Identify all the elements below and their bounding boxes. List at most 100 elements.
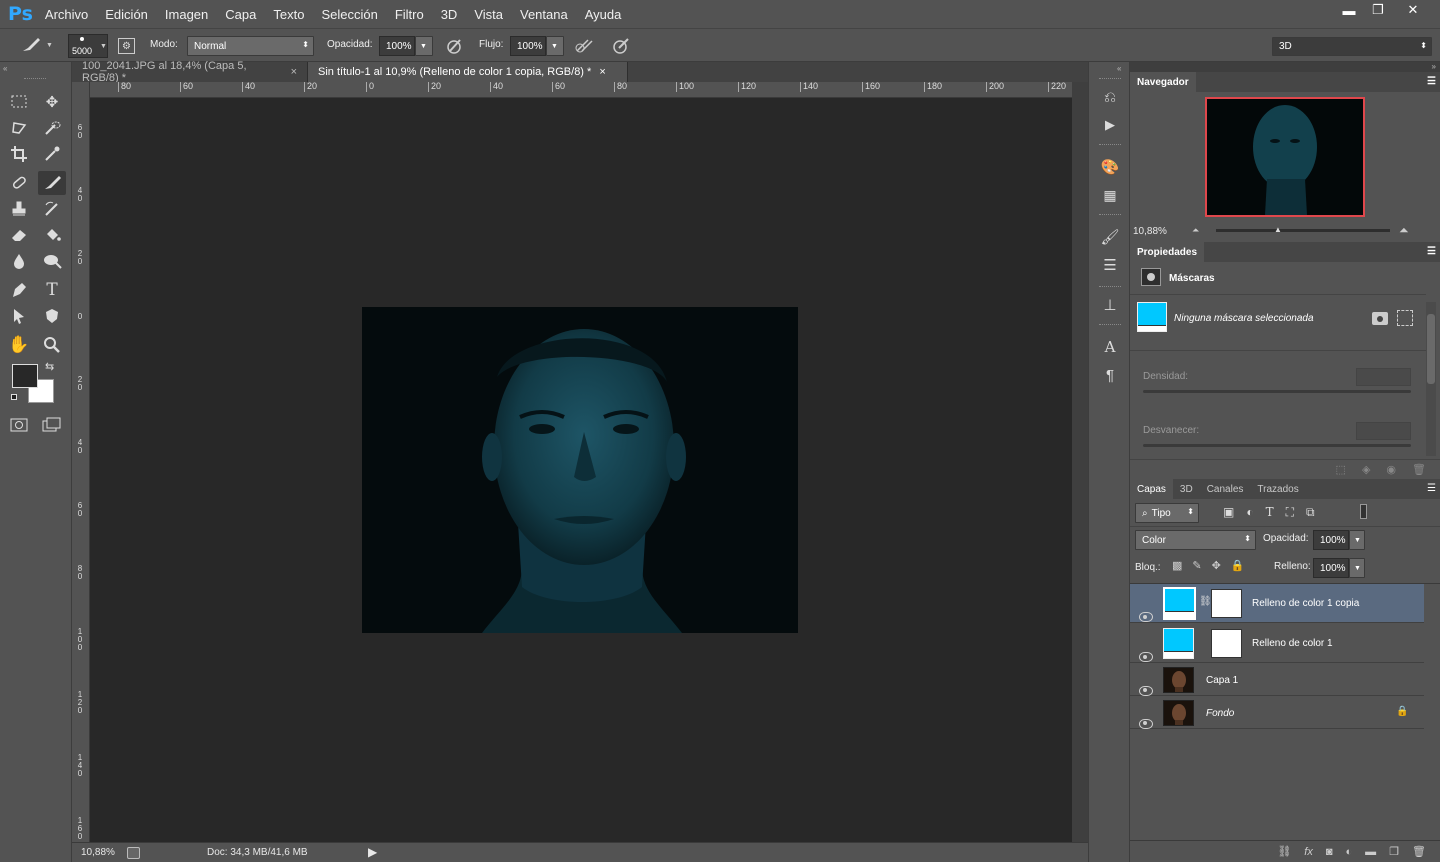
- chain-link-icon[interactable]: ⛓: [1199, 596, 1212, 607]
- eraser-tool-icon[interactable]: [7, 223, 31, 247]
- delete-layer-icon[interactable]: 🗑: [1412, 845, 1426, 858]
- dock-grip[interactable]: [1099, 144, 1121, 145]
- apply-mask-icon[interactable]: ◈: [1362, 463, 1370, 476]
- pressure-size-icon[interactable]: [611, 36, 631, 56]
- minimize-button[interactable]: ▬: [1333, 0, 1365, 20]
- lock-image-icon[interactable]: ✎: [1192, 559, 1201, 572]
- panel-menu-icon[interactable]: ☰: [1427, 483, 1436, 494]
- filter-shape-icon[interactable]: ⛶: [1286, 505, 1294, 520]
- pen-tool-icon[interactable]: [7, 278, 31, 302]
- quick-mask-icon[interactable]: [7, 413, 31, 437]
- dock-grip[interactable]: [1099, 324, 1121, 325]
- brush-panel-icon[interactable]: ⚙: [118, 38, 135, 54]
- lock-transparent-icon[interactable]: ▩: [1172, 559, 1182, 572]
- grid-panel-icon[interactable]: ▦: [1089, 182, 1131, 208]
- menu-archivo[interactable]: Archivo: [45, 7, 88, 22]
- brush-size-picker[interactable]: 5000 ▼: [68, 34, 108, 58]
- properties-scrollbar[interactable]: [1426, 302, 1436, 456]
- screen-mode-icon[interactable]: [40, 413, 64, 437]
- horizontal-ruler[interactable]: 80 60 40 20 0 20 40 60 80 100 120 140 160 180 200 220: [90, 82, 1072, 98]
- menu-capa[interactable]: Capa: [225, 7, 256, 22]
- lasso-tool-icon[interactable]: [7, 116, 31, 140]
- dock-grip[interactable]: [1099, 286, 1121, 287]
- add-pixel-mask-icon[interactable]: [1372, 312, 1388, 325]
- menu-vista[interactable]: Vista: [474, 7, 503, 22]
- filter-smart-object-icon[interactable]: ⧉: [1306, 505, 1315, 520]
- paragraph-panel-icon[interactable]: ¶: [1089, 362, 1131, 388]
- close-window-button[interactable]: ✕: [1397, 0, 1429, 20]
- tab-canales[interactable]: Canales: [1200, 479, 1251, 499]
- actions-panel-icon[interactable]: ▶: [1089, 112, 1131, 138]
- filter-toggle-switch[interactable]: [1360, 504, 1367, 519]
- panel-menu-icon[interactable]: ☰: [1427, 246, 1436, 257]
- link-layers-icon[interactable]: ⛓: [1277, 845, 1291, 858]
- brush-presets-icon[interactable]: 🖌: [1089, 224, 1131, 250]
- navigator-preview[interactable]: [1205, 97, 1365, 217]
- menu-filtro[interactable]: Filtro: [395, 7, 424, 22]
- status-export-icon[interactable]: [127, 847, 140, 859]
- zoom-tool-icon[interactable]: [40, 333, 64, 357]
- layer-row-relleno-copia[interactable]: ⛓ Relleno de color 1 copia: [1130, 584, 1424, 623]
- clone-source-icon[interactable]: ⊥: [1089, 292, 1131, 318]
- opacity-dropdown-button[interactable]: ▼: [415, 36, 433, 56]
- history-panel-icon[interactable]: ⎌: [1089, 84, 1131, 110]
- healing-brush-tool-icon[interactable]: [7, 171, 31, 195]
- flow-dropdown-button[interactable]: ▼: [546, 36, 564, 56]
- menu-ayuda[interactable]: Ayuda: [585, 7, 622, 22]
- paint-bucket-tool-icon[interactable]: [40, 223, 64, 247]
- blur-tool-icon[interactable]: [7, 249, 31, 273]
- layer-opacity-dropdown[interactable]: ▼: [1349, 530, 1365, 550]
- layer-row-relleno[interactable]: Relleno de color 1: [1130, 624, 1424, 663]
- disable-mask-icon[interactable]: ◉: [1386, 463, 1396, 476]
- mask-thumbnail[interactable]: [1211, 589, 1242, 618]
- lock-position-icon[interactable]: ✥: [1212, 559, 1221, 572]
- tab-capas[interactable]: Capas: [1130, 479, 1173, 499]
- menu-texto[interactable]: Texto: [273, 7, 304, 22]
- new-layer-icon[interactable]: ❐: [1389, 845, 1399, 858]
- document-canvas[interactable]: [362, 307, 798, 633]
- tab-trazados[interactable]: Trazados: [1250, 479, 1305, 499]
- new-group-icon[interactable]: ▬: [1365, 846, 1376, 858]
- density-input[interactable]: [1356, 368, 1411, 386]
- workspace-select[interactable]: 3D ⬍: [1272, 37, 1432, 56]
- layer-row-fondo[interactable]: Fondo 🔒: [1130, 697, 1424, 729]
- navigator-zoom[interactable]: 10,88%: [1133, 226, 1167, 237]
- foreground-color-swatch[interactable]: [12, 364, 38, 388]
- swap-colors-icon[interactable]: ⇆: [45, 360, 54, 373]
- tab-navegador[interactable]: Navegador: [1130, 72, 1196, 92]
- swatches-panel-icon[interactable]: 🎨: [1089, 154, 1131, 180]
- layer-opacity-input[interactable]: 100%: [1313, 530, 1349, 550]
- add-vector-mask-icon[interactable]: [1397, 310, 1413, 326]
- canvas-area[interactable]: [90, 98, 1072, 842]
- visibility-eye-icon[interactable]: [1139, 718, 1153, 729]
- mask-thumbnail[interactable]: [1211, 629, 1242, 658]
- close-tab-icon[interactable]: ×: [599, 66, 605, 78]
- menu-ventana[interactable]: Ventana: [520, 7, 568, 22]
- quick-selection-tool-icon[interactable]: [40, 116, 64, 140]
- flow-input[interactable]: 100%: [510, 36, 546, 56]
- character-panel-icon[interactable]: A: [1089, 334, 1131, 360]
- tab-100-2041[interactable]: 100_2041.JPG al 18,4% (Capa 5, RGB/8) * …: [72, 60, 308, 84]
- lock-icon[interactable]: 🔒: [1396, 706, 1408, 717]
- collapse-panels-icon[interactable]: »: [1432, 62, 1436, 71]
- tab-sin-titulo-1[interactable]: Sin título-1 al 10,9% (Relleno de color …: [308, 62, 628, 82]
- brush-tool-selected-icon[interactable]: [38, 171, 66, 195]
- layer-style-icon[interactable]: fx: [1304, 846, 1313, 858]
- expand-dock-arrows-icon[interactable]: «: [1117, 64, 1121, 73]
- visibility-eye-icon[interactable]: [1139, 685, 1153, 696]
- feather-slider[interactable]: [1143, 444, 1411, 447]
- density-slider[interactable]: [1143, 390, 1411, 393]
- delete-mask-icon[interactable]: 🗑: [1412, 463, 1426, 476]
- marquee-tool-icon[interactable]: [7, 90, 31, 114]
- status-menu-arrow-icon[interactable]: ▶: [368, 845, 377, 859]
- move-tool-icon[interactable]: ✥: [40, 90, 64, 114]
- menu-edicion[interactable]: Edición: [105, 7, 148, 22]
- tool-preset-chevron-icon[interactable]: ▼: [46, 42, 53, 49]
- dodge-tool-icon[interactable]: [40, 249, 64, 273]
- menu-3d[interactable]: 3D: [441, 7, 458, 22]
- crop-tool-icon[interactable]: [7, 142, 31, 166]
- new-adjustment-icon[interactable]: ◐: [1346, 846, 1353, 858]
- path-selection-tool-icon[interactable]: [7, 304, 31, 328]
- brush-tool-icon[interactable]: [20, 36, 42, 54]
- default-colors-icon[interactable]: [11, 394, 21, 404]
